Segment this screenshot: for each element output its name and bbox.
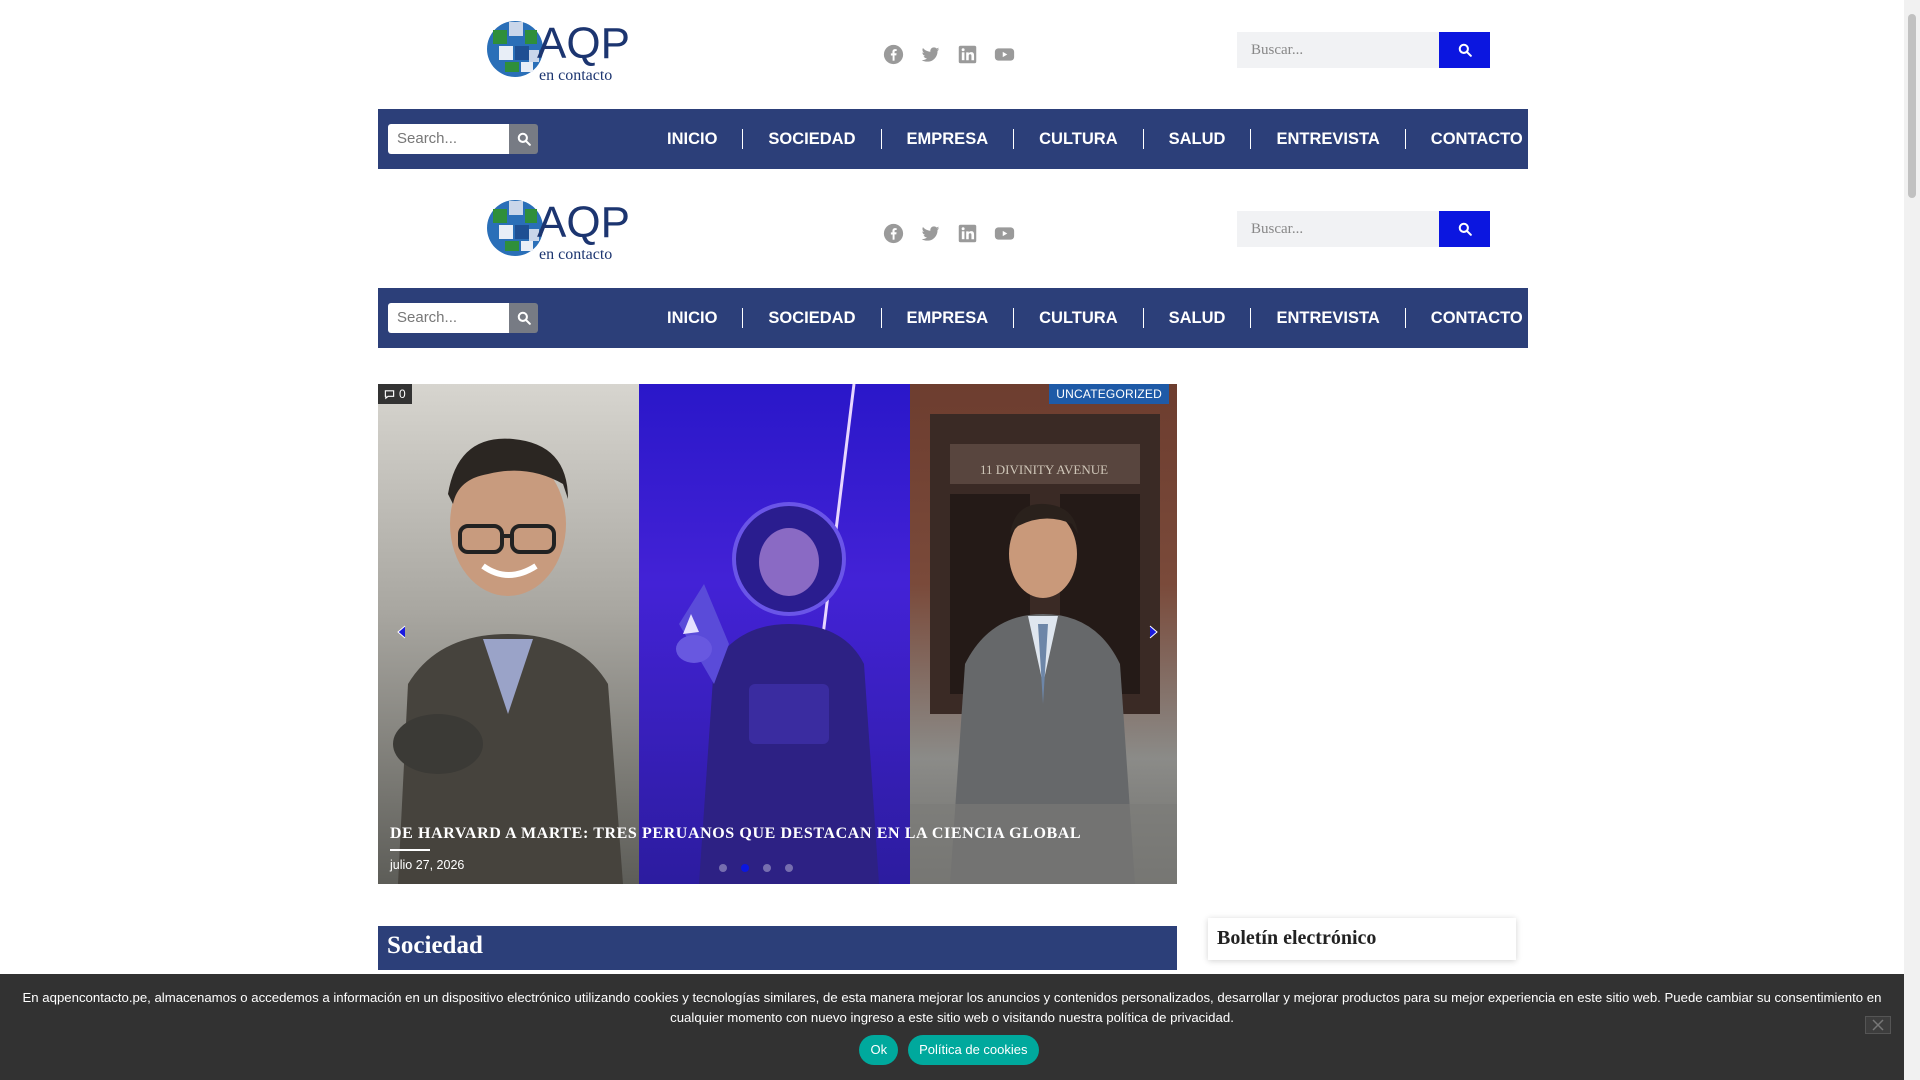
slider-dot[interactable] <box>741 864 749 872</box>
logo-tagline-text: en contacto <box>539 67 612 84</box>
nav-item-entrevista[interactable]: ENTREVISTA <box>1250 308 1404 328</box>
twitter-icon[interactable] <box>920 44 941 65</box>
nav-item-salud[interactable]: SALUD <box>1142 308 1251 328</box>
nav-item-entrevista[interactable]: ENTREVISTA <box>1250 129 1404 149</box>
slide-photo-left <box>378 384 639 884</box>
header-search: Buscar... <box>1237 211 1490 247</box>
youtube-icon[interactable] <box>994 223 1015 244</box>
logo-brand-text: AQP <box>537 198 630 247</box>
logo-tagline-text: en contacto <box>539 246 612 263</box>
title-underline <box>390 849 430 851</box>
next-slide-arrow-icon[interactable] <box>1145 624 1161 640</box>
nav-search: Search... <box>388 303 538 333</box>
astronaut-illustration <box>676 384 879 884</box>
header-search-input[interactable]: Buscar... <box>1237 32 1439 68</box>
nav-item-contacto[interactable]: CONTACTO <box>1404 129 1548 149</box>
main-nav-duplicate: Search... INICIO SOCIEDAD EMPRESA CULTUR… <box>378 288 1528 348</box>
cookie-banner: En aqpencontacto.pe, almacenamos o acced… <box>0 974 1904 1080</box>
person-illustration: 11 DIVINITY AVENUE <box>910 414 1177 884</box>
cookie-notice-text: En aqpencontacto.pe, almacenamos o acced… <box>22 990 1882 1025</box>
nav-menu: INICIO SOCIEDAD EMPRESA CULTURA SALUD EN… <box>642 109 1548 169</box>
comments-badge[interactable]: 0 <box>378 384 412 404</box>
nav-item-empresa[interactable]: EMPRESA <box>880 129 1014 149</box>
category-badge[interactable]: UNCATEGORIZED <box>1049 384 1169 404</box>
search-icon <box>1458 222 1472 236</box>
header-search-button[interactable] <box>1439 32 1490 68</box>
comment-icon <box>384 389 395 399</box>
nav-search-button[interactable] <box>509 303 538 333</box>
slider-pagination <box>719 864 793 872</box>
widget-title: Boletín electrónico <box>1217 927 1377 949</box>
nav-item-sociedad[interactable]: SOCIEDAD <box>742 129 880 149</box>
nav-menu: INICIO SOCIEDAD EMPRESA CULTURA SALUD EN… <box>642 288 1548 348</box>
logo-brand-text: AQP <box>537 19 630 68</box>
linkedin-icon[interactable] <box>957 44 978 65</box>
nav-item-contacto[interactable]: CONTACTO <box>1404 308 1548 328</box>
slider-dot[interactable] <box>719 864 727 872</box>
nav-item-inicio[interactable]: INICIO <box>642 129 742 149</box>
facebook-icon[interactable] <box>883 44 904 65</box>
social-links <box>883 223 1015 244</box>
header-search-button[interactable] <box>1439 211 1490 247</box>
slider-dot[interactable] <box>785 864 793 872</box>
cookie-policy-button[interactable]: Política de cookies <box>908 1035 1039 1065</box>
nav-search-input[interactable]: Search... <box>388 124 509 154</box>
site-header: AQP en contacto Buscar... <box>378 0 1528 110</box>
nav-search-input[interactable]: Search... <box>388 303 509 333</box>
nav-item-cultura[interactable]: CULTURA <box>1013 308 1143 328</box>
main-nav: Search... INICIO SOCIEDAD EMPRESA CULTUR… <box>378 109 1528 169</box>
page: AQP en contacto Buscar... Search... INIC… <box>0 0 1904 1080</box>
nav-search-button[interactable] <box>509 124 538 154</box>
slide-title[interactable]: De Harvard a Marte: tres peruanos que de… <box>390 825 1150 843</box>
scrollbar-thumb[interactable] <box>1908 14 1916 198</box>
comments-count: 0 <box>399 387 406 401</box>
nav-item-cultura[interactable]: CULTURA <box>1013 129 1143 149</box>
cookie-actions: Ok Política de cookies <box>0 1035 1904 1065</box>
logo-graphic: AQP en contacto <box>487 19 630 84</box>
linkedin-icon[interactable] <box>957 223 978 244</box>
page-scrollbar[interactable] <box>1904 0 1920 1080</box>
svg-text:11 DIVINITY AVENUE: 11 DIVINITY AVENUE <box>980 462 1108 477</box>
featured-slider[interactable]: 11 DIVINITY AVENUE 0 UNCATEGORIZED De Ha… <box>378 384 1177 884</box>
nav-item-sociedad[interactable]: SOCIEDAD <box>742 308 880 328</box>
slide-photo-right: 11 DIVINITY AVENUE <box>910 384 1177 884</box>
header-search-input[interactable]: Buscar... <box>1237 211 1439 247</box>
newsletter-widget: Boletín electrónico <box>1208 918 1516 960</box>
site-logo[interactable]: AQP en contacto <box>485 12 645 90</box>
nav-item-empresa[interactable]: EMPRESA <box>880 308 1014 328</box>
section-title: Sociedad <box>387 932 483 959</box>
section-heading-bar: Sociedad <box>378 926 1177 970</box>
site-header-duplicate: AQP en contacto Buscar... <box>378 179 1528 289</box>
previous-slide-arrow-icon[interactable] <box>394 624 410 640</box>
twitter-icon[interactable] <box>920 223 941 244</box>
logo-graphic: AQP en contacto <box>487 198 630 263</box>
search-icon <box>517 132 531 146</box>
slide-photo-middle <box>639 384 910 884</box>
youtube-icon[interactable] <box>994 44 1015 65</box>
close-icon <box>1872 1019 1884 1031</box>
person-illustration <box>393 438 623 884</box>
slider-dot[interactable] <box>763 864 771 872</box>
site-logo[interactable]: AQP en contacto <box>485 191 645 269</box>
facebook-icon[interactable] <box>883 223 904 244</box>
cookie-ok-button[interactable]: Ok <box>859 1035 899 1065</box>
cookie-close-button[interactable] <box>1865 1016 1891 1034</box>
nav-item-salud[interactable]: SALUD <box>1142 129 1251 149</box>
search-icon <box>517 311 531 325</box>
social-links <box>883 44 1015 65</box>
search-icon <box>1458 43 1472 57</box>
header-search: Buscar... <box>1237 32 1490 68</box>
nav-item-inicio[interactable]: INICIO <box>642 308 742 328</box>
nav-search: Search... <box>388 124 538 154</box>
